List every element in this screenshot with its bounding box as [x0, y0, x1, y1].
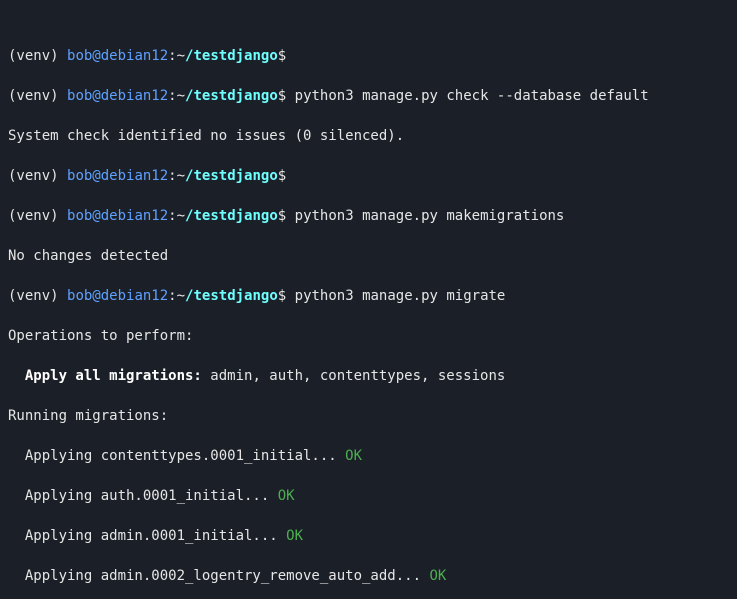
status-ok: OK	[286, 528, 303, 544]
migration-line: Applying auth.0001_initial... OK	[8, 486, 729, 506]
migration-name: Applying admin.0001_initial...	[25, 528, 286, 544]
user-host: bob@debian12	[67, 48, 168, 64]
migration-line: Applying contenttypes.0001_initial... OK	[8, 446, 729, 466]
venv-tag: (venv)	[8, 208, 67, 224]
status-ok: OK	[345, 448, 362, 464]
prompt-home: ~	[177, 208, 185, 224]
user-host: bob@debian12	[67, 168, 168, 184]
user-host: bob@debian12	[67, 208, 168, 224]
prompt-dir: /testdjango	[185, 48, 278, 64]
user-host: bob@debian12	[67, 88, 168, 104]
prompt-sep: :	[168, 208, 176, 224]
prompt-line: (venv) bob@debian12:~/testdjango$ python…	[8, 86, 729, 106]
venv-tag: (venv)	[8, 48, 67, 64]
output-line: Apply all migrations: admin, auth, conte…	[8, 366, 729, 386]
migration-name: Applying contenttypes.0001_initial...	[25, 448, 345, 464]
command-input[interactable]: python3 manage.py makemigrations	[295, 208, 565, 224]
prompt-home: ~	[177, 48, 185, 64]
prompt-line: (venv) bob@debian12:~/testdjango$	[8, 166, 729, 186]
prompt-sigil: $	[278, 88, 286, 104]
prompt-sigil: $	[278, 208, 286, 224]
output-line: System check identified no issues (0 sil…	[8, 126, 729, 146]
terminal[interactable]: (venv) bob@debian12:~/testdjango$ (venv)…	[0, 0, 737, 599]
prompt-line: (venv) bob@debian12:~/testdjango$	[8, 46, 729, 66]
output-line: Operations to perform:	[8, 326, 729, 346]
output-line: Running migrations:	[8, 406, 729, 426]
prompt-dir: /testdjango	[185, 88, 278, 104]
status-ok: OK	[429, 568, 446, 584]
migration-name: Applying auth.0001_initial...	[25, 488, 278, 504]
prompt-home: ~	[177, 88, 185, 104]
prompt-sep: :	[168, 48, 176, 64]
prompt-sigil: $	[278, 48, 286, 64]
command-input[interactable]: python3 manage.py check --database defau…	[295, 88, 649, 104]
prompt-home: ~	[177, 288, 185, 304]
user-host: bob@debian12	[67, 288, 168, 304]
prompt-dir: /testdjango	[185, 288, 278, 304]
prompt-sep: :	[168, 168, 176, 184]
migration-line: Applying admin.0001_initial... OK	[8, 526, 729, 546]
apply-all-label: Apply all migrations:	[25, 368, 202, 384]
prompt-dir: /testdjango	[185, 208, 278, 224]
prompt-sep: :	[168, 288, 176, 304]
venv-tag: (venv)	[8, 168, 67, 184]
prompt-sigil: $	[278, 168, 286, 184]
status-ok: OK	[278, 488, 295, 504]
prompt-sep: :	[168, 88, 176, 104]
migration-name: Applying admin.0002_logentry_remove_auto…	[25, 568, 430, 584]
venv-tag: (venv)	[8, 88, 67, 104]
output-line: No changes detected	[8, 246, 729, 266]
venv-tag: (venv)	[8, 288, 67, 304]
command-input[interactable]: python3 manage.py migrate	[295, 288, 506, 304]
prompt-line: (venv) bob@debian12:~/testdjango$ python…	[8, 206, 729, 226]
prompt-sigil: $	[278, 288, 286, 304]
migration-line: Applying admin.0002_logentry_remove_auto…	[8, 566, 729, 586]
prompt-dir: /testdjango	[185, 168, 278, 184]
apply-all-list: admin, auth, contenttypes, sessions	[202, 368, 505, 384]
prompt-line: (venv) bob@debian12:~/testdjango$ python…	[8, 286, 729, 306]
prompt-home: ~	[177, 168, 185, 184]
